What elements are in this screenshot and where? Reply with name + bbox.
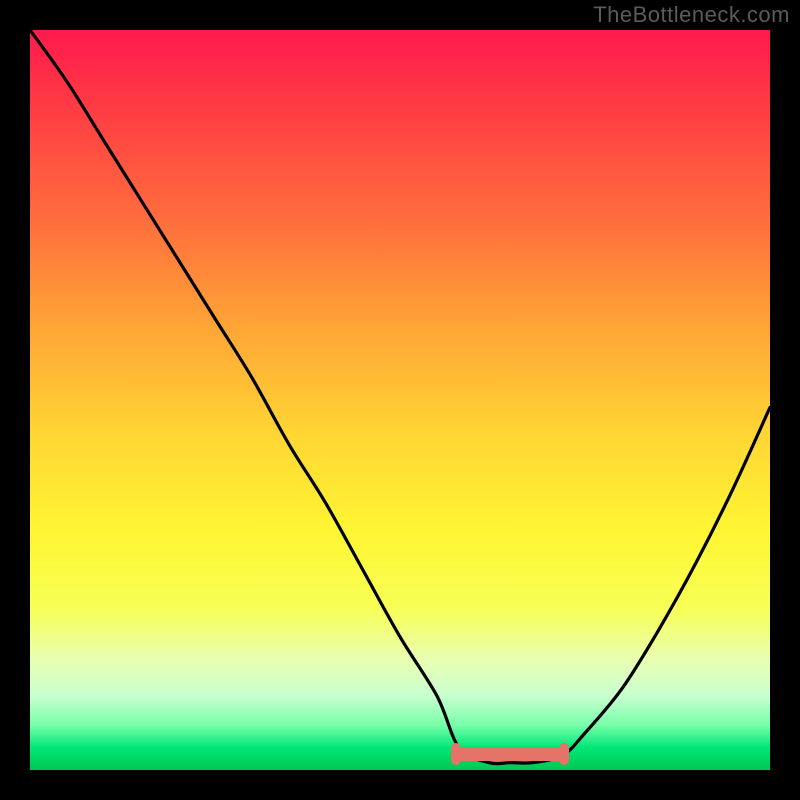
optimal-range-marker [455,747,565,761]
watermark-text: TheBottleneck.com [593,2,790,28]
chart-frame: TheBottleneck.com [0,0,800,800]
bottleneck-curve [30,30,770,770]
curve-path [30,30,770,764]
plot-area [30,30,770,770]
